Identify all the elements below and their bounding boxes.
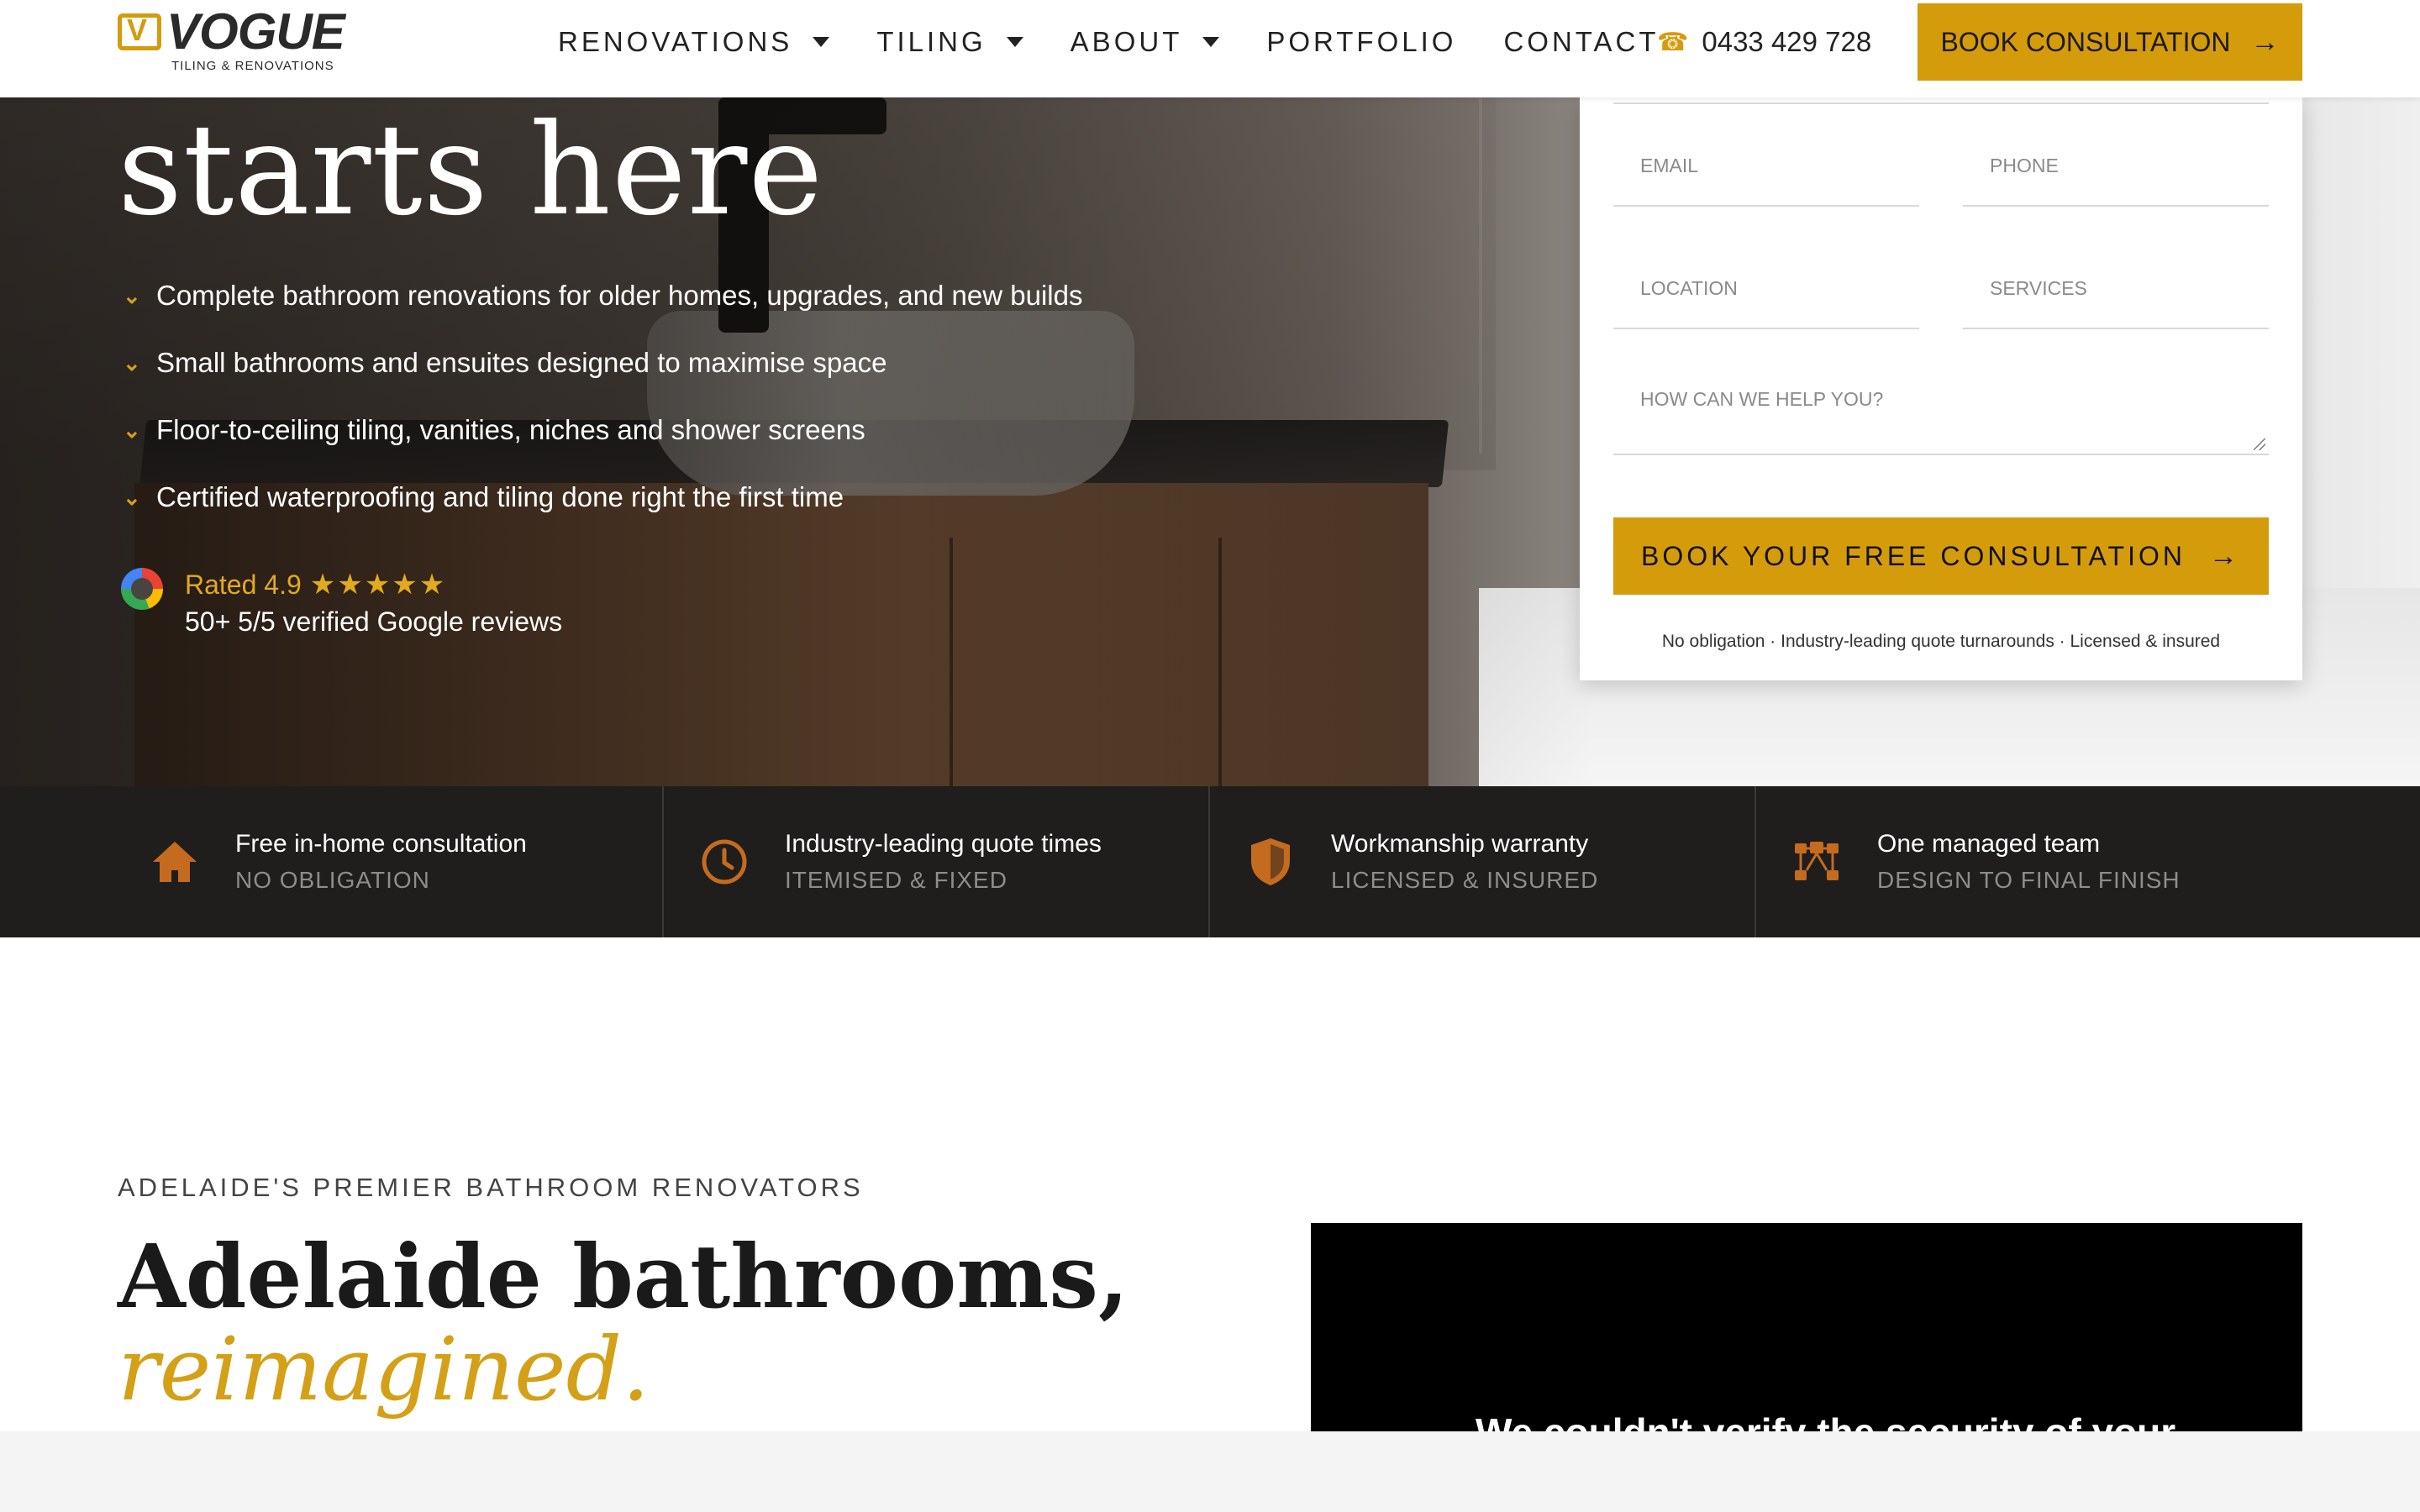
form-note: No obligation · Industry-leading quote t… [1661,632,2221,651]
nav-item-about[interactable]: ABOUT [1071,26,1220,58]
message-field[interactable] [1613,363,2269,454]
hero-bullet: ⌄ Small bathrooms and ensuites designed t… [123,329,1082,396]
feature-subtitle: LICENSED & INSURED [1331,867,1599,893]
feature-text: Industry-leading quote times ITEMISED & … [785,830,1102,894]
phone-number: 0433 429 728 [1702,26,1872,57]
nav-item-tiling[interactable]: TILING [876,26,1023,58]
google-rating: Rated 4.9 ★★★★★ 50+ 5/5 verified Google … [121,564,562,638]
rating-text: Rated 4.9 ★★★★★ 50+ 5/5 verified Google … [185,564,562,638]
rating-line: Rated 4.9 ★★★★★ [185,564,562,605]
nav-label: PORTFOLIO [1266,26,1457,57]
google-icon [121,568,163,610]
star-rating-icon: ★★★★★ [309,569,447,601]
feature-item: Workmanship warranty LICENSED & INSURED [1210,786,1756,937]
hero-bullet-text: Complete bathroom renovations for older … [156,280,1083,311]
rating-label: Rated 4.9 [185,569,302,600]
logo[interactable]: VOGUE TILING & RENOVATIONS [118,3,387,77]
resize-handle-icon[interactable] [2254,438,2265,450]
consultation-form: BOOK YOUR FREE CONSULTATION → No obligat… [1580,97,2302,680]
chevron-down-icon: ⌄ [123,484,141,510]
name-field-underline [1613,102,2269,104]
feature-text: One managed team DESIGN TO FINAL FINISH [1877,830,2181,894]
main-nav: RENOVATIONS TILING ABOUT PORTFOLIO CONTA… [558,0,1707,84]
location-field[interactable] [1613,249,1919,328]
page: starts here ⌄ Complete bathroom renovatio… [0,0,2420,1431]
nav-label: CONTACT [1503,26,1660,57]
location-field-wrap [1613,249,1919,329]
feature-title: Workmanship warranty [1331,830,1589,858]
hero-bullet: ⌄ Complete bathroom renovations for older… [123,262,1082,329]
logo-subtitle: TILING & RENOVATIONS [171,59,334,73]
phone-icon: ☎ [1657,28,1689,56]
feature-item: One managed team DESIGN TO FINAL FINISH [1756,786,2420,937]
video-embed[interactable]: We couldn't verify the security of your [1311,1223,2302,1431]
caret-down-icon [1006,37,1023,47]
feature-text: Free in-home consultation NO OBLIGATION [235,830,527,894]
feature-strip: Free in-home consultation NO OBLIGATION … [0,786,2420,937]
shield-icon [1244,835,1297,889]
email-field-wrap [1613,126,1919,207]
team-icon [1790,835,1844,889]
feature-title: Free in-home consultation [235,830,527,858]
nav-item-contact[interactable]: CONTACT [1503,26,1659,58]
feature-item: Industry-leading quote times ITEMISED & … [664,786,1210,937]
clock-icon [697,835,751,889]
section-title: Adelaide bathrooms, [118,1225,1129,1328]
arrow-right-icon: → [2250,25,2280,58]
phone-field[interactable] [1963,126,2269,205]
section-title-accent: reimagined. [118,1318,650,1420]
nav-label: TILING [876,26,986,57]
feature-title: Industry-leading quote times [785,830,1102,858]
caret-down-icon [813,37,830,47]
book-free-consultation-button[interactable]: BOOK YOUR FREE CONSULTATION → [1613,517,2269,595]
chevron-down-icon: ⌄ [123,417,141,443]
hero-bullet: ⌄ Certified waterproofing and tiling done… [123,464,1082,531]
feature-text: Workmanship warranty LICENSED & INSURED [1331,830,1598,894]
navbar: VOGUE TILING & RENOVATIONS RENOVATIONS T… [0,0,2420,97]
services-field-wrap [1963,249,2269,329]
nav-label: ABOUT [1070,26,1183,57]
caret-down-icon [1202,37,1220,47]
feature-subtitle: NO OBLIGATION [235,867,430,893]
feature-item: Free in-home consultation NO OBLIGATION [0,786,664,937]
services-field[interactable] [1963,249,2269,328]
chevron-down-icon: ⌄ [123,282,141,308]
logo-mark-icon [118,13,161,50]
logo-word: VOGUE [166,3,345,60]
section-eyebrow: ADELAIDE'S PREMIER BATHROOM RENOVATORS [118,1173,864,1202]
arrow-right-icon: → [2208,539,2241,572]
hero-bullet-text: Floor-to-ceiling tiling, vanities, niche… [156,414,865,445]
feature-subtitle: DESIGN TO FINAL FINISH [1877,867,2181,893]
chevron-down-icon: ⌄ [123,349,141,375]
nav-item-portfolio[interactable]: PORTFOLIO [1266,26,1456,58]
hero-bullet-text: Certified waterproofing and tiling done … [156,481,844,512]
hero-title: starts here [118,97,824,244]
feature-title: One managed team [1877,830,2101,858]
email-field[interactable] [1613,126,1919,205]
hero-section: starts here ⌄ Complete bathroom renovatio… [0,0,2420,786]
submit-label: BOOK YOUR FREE CONSULTATION [1641,540,2186,571]
feature-subtitle: ITEMISED & FIXED [785,867,1007,893]
book-consultation-button[interactable]: BOOK CONSULTATION → [1918,3,2302,81]
video-error-message: We couldn't verify the security of your [1476,1410,2175,1431]
home-icon [148,835,202,889]
book-consultation-label: BOOK CONSULTATION [1940,26,2231,57]
hero-bullet-list: ⌄ Complete bathroom renovations for older… [123,262,1082,531]
reviews-count: 50+ 5/5 verified Google reviews [185,606,563,637]
phone-link[interactable]: ☎ 0433 429 728 [1657,0,1871,84]
hero-bullet: ⌄ Floor-to-ceiling tiling, vanities, nich… [123,396,1082,464]
nav-item-renovations[interactable]: RENOVATIONS [558,26,830,58]
hero-bullet-text: Small bathrooms and ensuites designed to… [156,347,887,378]
nav-label: RENOVATIONS [558,26,793,57]
message-field-wrap [1613,363,2269,455]
phone-field-wrap [1963,126,2269,207]
